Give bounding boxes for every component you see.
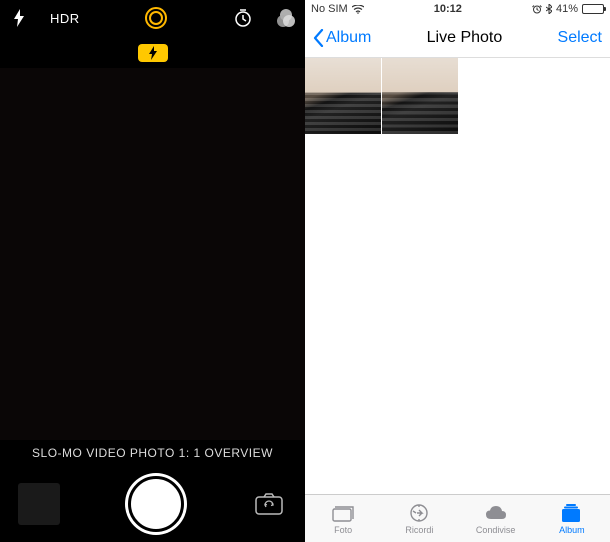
tab-label: Album	[559, 525, 585, 535]
tab-label: Foto	[334, 525, 352, 535]
filters-icon[interactable]	[277, 9, 295, 27]
camera-top-bar: HDR	[0, 0, 305, 36]
live-photo-icon[interactable]	[145, 7, 167, 29]
tab-bar: Foto Ricordi Condivise Album	[305, 494, 610, 542]
tab-condivise[interactable]: Condivise	[458, 495, 534, 542]
shutter-button[interactable]	[128, 476, 184, 532]
hdr-toggle[interactable]: HDR	[50, 11, 80, 26]
photos-stack-icon	[331, 503, 355, 523]
tab-label: Condivise	[476, 525, 516, 535]
status-bar: No SIM 10:12 41%	[305, 0, 610, 18]
nav-bar: Album Live Photo Select	[305, 18, 610, 58]
photos-app: No SIM 10:12 41% Album Live Photo Select	[305, 0, 610, 542]
nav-title: Live Photo	[427, 29, 503, 47]
switch-camera-icon[interactable]	[251, 489, 287, 519]
timer-icon[interactable]	[233, 8, 253, 28]
photo-grid	[305, 58, 610, 135]
tab-foto[interactable]: Foto	[305, 495, 381, 542]
tab-label: Ricordi	[405, 525, 433, 535]
camera-app: HDR SLO-MO VIDEO PHOTO 1: 1 OVERVIEW	[0, 0, 305, 542]
camera-bottom-bar	[0, 466, 305, 542]
albums-icon	[560, 503, 584, 523]
mode-strip-text: SLO-MO VIDEO PHOTO 1: 1 OVERVIEW	[32, 446, 273, 460]
photo-thumbnail[interactable]	[305, 58, 381, 134]
tab-ricordi[interactable]: Ricordi	[381, 495, 457, 542]
clock: 10:12	[434, 3, 462, 15]
flash-on-badge	[138, 44, 168, 62]
camera-mode-strip[interactable]: SLO-MO VIDEO PHOTO 1: 1 OVERVIEW	[0, 440, 305, 466]
battery-icon	[582, 4, 604, 14]
wifi-icon	[352, 5, 364, 14]
back-button[interactable]: Album	[313, 29, 371, 47]
back-label: Album	[326, 29, 371, 47]
tab-album[interactable]: Album	[534, 495, 610, 542]
alarm-icon	[532, 4, 542, 14]
battery-pct: 41%	[556, 3, 578, 15]
photo-thumbnail[interactable]	[382, 58, 458, 134]
flash-icon[interactable]	[12, 9, 26, 27]
camera-viewfinder[interactable]	[0, 68, 305, 440]
carrier-label: No SIM	[311, 3, 348, 15]
bluetooth-icon	[546, 4, 552, 14]
cloud-icon	[484, 503, 508, 523]
memories-icon	[407, 503, 431, 523]
select-button[interactable]: Select	[558, 29, 602, 47]
last-photo-thumbnail[interactable]	[18, 483, 60, 525]
